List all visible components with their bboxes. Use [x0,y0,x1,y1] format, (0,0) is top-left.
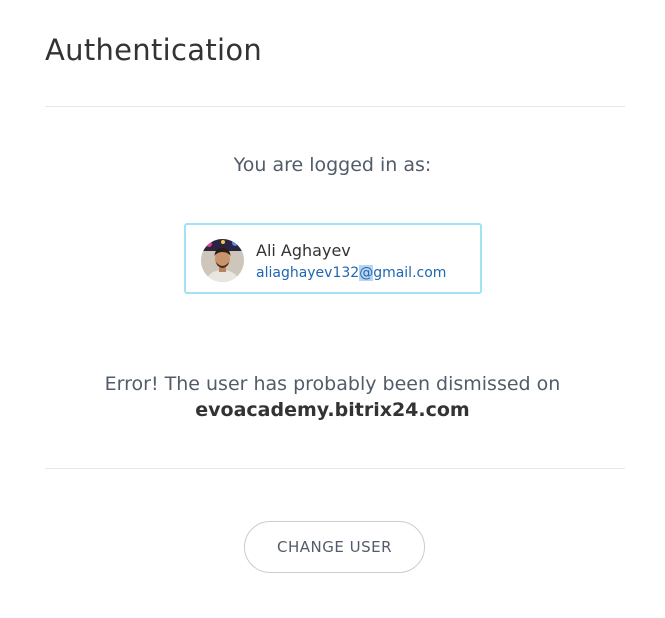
user-avatar-photo-icon [201,239,244,282]
top-divider [45,106,625,107]
change-user-button[interactable]: CHANGE USER [244,521,425,573]
logged-in-label: You are logged in as: [233,154,432,176]
user-email[interactable]: aliaghayev132@gmail.com [256,264,446,282]
authentication-page: Authentication You are logged in as: Ali… [0,0,665,618]
avatar [201,239,244,282]
bottom-divider [45,468,625,469]
error-domain: evoacademy.bitrix24.com [195,399,470,421]
user-email-domain: gmail.com [373,265,447,281]
user-email-selected-text: @ [359,265,374,281]
page-title: Authentication [45,33,263,67]
error-message: Error! The user has probably been dismis… [104,373,561,395]
user-card[interactable]: Ali Aghayev aliaghayev132@gmail.com [184,223,482,294]
user-name: Ali Aghayev [256,241,351,260]
user-email-local: aliaghayev132 [256,265,360,281]
